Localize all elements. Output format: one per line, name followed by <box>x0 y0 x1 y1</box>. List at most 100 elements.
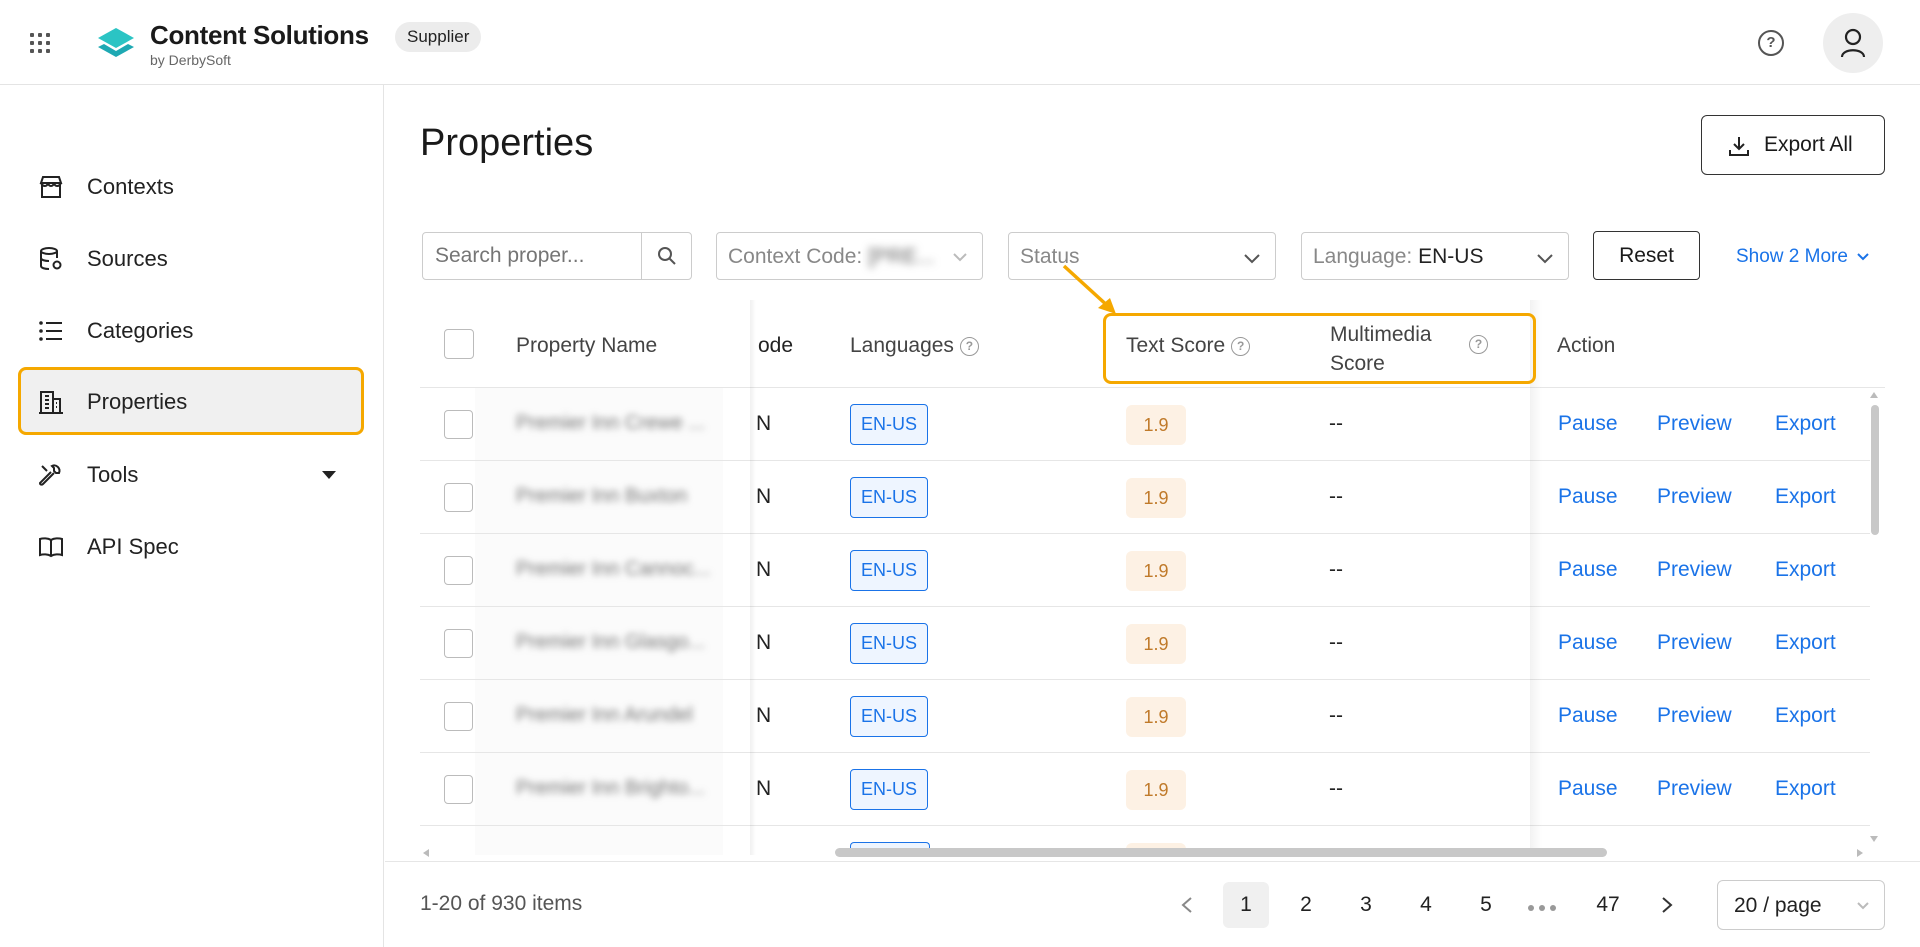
total-items-text: 1-20 of 930 items <box>420 892 583 915</box>
building-icon <box>39 391 63 414</box>
table-row: Premier Inn Buxton N EN-US 1.9 -- Pause … <box>420 461 1870 534</box>
export-link[interactable]: Export <box>1775 485 1836 509</box>
pause-link[interactable]: Pause <box>1558 485 1618 509</box>
preview-link[interactable]: Preview <box>1657 777 1732 801</box>
sidebar: Contexts Sources Categories Properties T… <box>0 85 384 947</box>
sidebar-item-categories[interactable]: Categories <box>18 296 364 364</box>
property-name-cell[interactable]: Premier Inn Crewe ... <box>516 412 726 435</box>
multimedia-score-cell: -- <box>1329 777 1343 800</box>
page-4[interactable]: 4 <box>1403 882 1449 928</box>
sidebar-item-sources[interactable]: Sources <box>18 224 364 292</box>
language-value: EN-US <box>1418 245 1484 268</box>
property-name-cell[interactable]: Premier Inn Brighto... <box>516 777 726 800</box>
sidebar-item-properties[interactable]: Properties <box>18 367 364 435</box>
row-checkbox[interactable] <box>444 410 473 439</box>
multimedia-score-cell: -- <box>1329 485 1343 508</box>
export-link[interactable]: Export <box>1775 412 1836 436</box>
status-select[interactable]: Status <box>1008 232 1276 280</box>
text-score-badge: 1.9 <box>1126 551 1186 591</box>
preview-link[interactable]: Preview <box>1657 704 1732 728</box>
context-code-value: [PRE... <box>868 245 935 268</box>
row-checkbox[interactable] <box>444 556 473 585</box>
sidebar-item-label: API Spec <box>87 534 179 559</box>
property-name-cell[interactable]: Premier Inn Glasgo... <box>516 631 726 654</box>
sidebar-item-label: Sources <box>87 246 168 271</box>
apps-grid-icon[interactable] <box>30 33 50 53</box>
pause-link[interactable]: Pause <box>1558 704 1618 728</box>
property-name-cell[interactable]: Premier Inn Arundel <box>516 704 726 727</box>
page-last[interactable]: 47 <box>1585 882 1631 928</box>
text-score-badge: 1.9 <box>1126 697 1186 737</box>
select-all-checkbox[interactable] <box>444 329 474 359</box>
annotation-arrow-icon <box>1062 264 1116 314</box>
language-tag: EN-US <box>850 769 929 810</box>
row-checkbox[interactable] <box>444 629 473 658</box>
sidebar-item-contexts[interactable]: Contexts <box>18 152 364 220</box>
wrench-icon <box>38 464 61 486</box>
property-name-cell[interactable]: Premier Inn Buxton <box>516 485 726 508</box>
language-select[interactable]: Language: EN-US <box>1301 232 1569 280</box>
horizontal-scrollbar[interactable] <box>835 848 1607 857</box>
search-input[interactable] <box>422 232 642 280</box>
export-link[interactable]: Export <box>1775 777 1836 801</box>
chevron-left-icon[interactable] <box>1180 896 1194 914</box>
preview-link[interactable]: Preview <box>1657 631 1732 655</box>
chevron-down-icon <box>953 253 967 262</box>
pause-link[interactable]: Pause <box>1558 777 1618 801</box>
pause-link[interactable]: Pause <box>1558 631 1618 655</box>
search-button[interactable] <box>641 232 692 280</box>
help-icon[interactable]: ? <box>959 336 979 356</box>
language-tag: EN-US <box>850 696 929 737</box>
list-icon <box>39 321 62 341</box>
pause-link[interactable]: Pause <box>1558 412 1618 436</box>
export-link[interactable]: Export <box>1775 558 1836 582</box>
preview-link[interactable]: Preview <box>1657 558 1732 582</box>
caret-down-icon[interactable] <box>322 471 336 479</box>
fixed-column-shadow <box>1530 300 1542 855</box>
column-code[interactable]: ode <box>758 334 793 358</box>
scroll-right-arrow[interactable] <box>1857 849 1863 857</box>
store-icon <box>39 176 63 198</box>
row-checkbox[interactable] <box>444 702 473 731</box>
page-3[interactable]: 3 <box>1343 882 1389 928</box>
property-name-cell[interactable]: Premier Inn Cannoc... <box>516 558 726 581</box>
scroll-up-arrow[interactable] <box>1870 392 1878 398</box>
row-checkbox[interactable] <box>444 483 473 512</box>
column-property-name[interactable]: Property Name <box>516 334 657 358</box>
reset-button[interactable]: Reset <box>1593 231 1700 280</box>
brand-subtitle: by DerbySoft <box>150 52 231 68</box>
page-2[interactable]: 2 <box>1283 882 1329 928</box>
top-header: Content Solutions by DerbySoft Supplier … <box>0 0 1920 85</box>
page-title: Properties <box>420 122 594 164</box>
page-size-select[interactable]: 20 / page <box>1717 880 1885 930</box>
vertical-scrollbar[interactable] <box>1871 405 1879 535</box>
export-link[interactable]: Export <box>1775 704 1836 728</box>
sidebar-item-label: Contexts <box>87 174 174 199</box>
sidebar-item-tools[interactable]: Tools <box>18 440 364 508</box>
avatar[interactable] <box>1823 13 1883 73</box>
export-link[interactable]: Export <box>1775 631 1836 655</box>
preview-link[interactable]: Preview <box>1657 412 1732 436</box>
scroll-left-arrow[interactable] <box>423 849 429 857</box>
pagination-ellipsis-icon[interactable] <box>1528 898 1561 916</box>
show-more-label: Show 2 More <box>1736 246 1848 267</box>
code-cell: N <box>756 777 772 800</box>
search-icon <box>658 247 676 265</box>
column-languages[interactable]: Languages? <box>850 334 979 358</box>
column-action: Action <box>1557 334 1616 357</box>
row-checkbox[interactable] <box>444 775 473 804</box>
page-1[interactable]: 1 <box>1223 882 1269 928</box>
sidebar-item-api-spec[interactable]: API Spec <box>18 512 364 580</box>
export-all-button[interactable]: Export All <box>1701 115 1885 175</box>
code-cell: N <box>756 704 772 727</box>
pause-link[interactable]: Pause <box>1558 558 1618 582</box>
preview-link[interactable]: Preview <box>1657 485 1732 509</box>
scroll-down-arrow[interactable] <box>1870 836 1878 842</box>
show-more-link[interactable]: Show 2 More <box>1736 246 1870 268</box>
page-5[interactable]: 5 <box>1463 882 1509 928</box>
help-icon[interactable]: ? <box>1758 30 1784 56</box>
context-code-select[interactable]: Context Code: [PRE... <box>716 232 983 280</box>
chevron-right-icon[interactable] <box>1660 896 1674 914</box>
book-icon <box>39 537 63 558</box>
context-code-label: Context Code: <box>728 245 863 268</box>
